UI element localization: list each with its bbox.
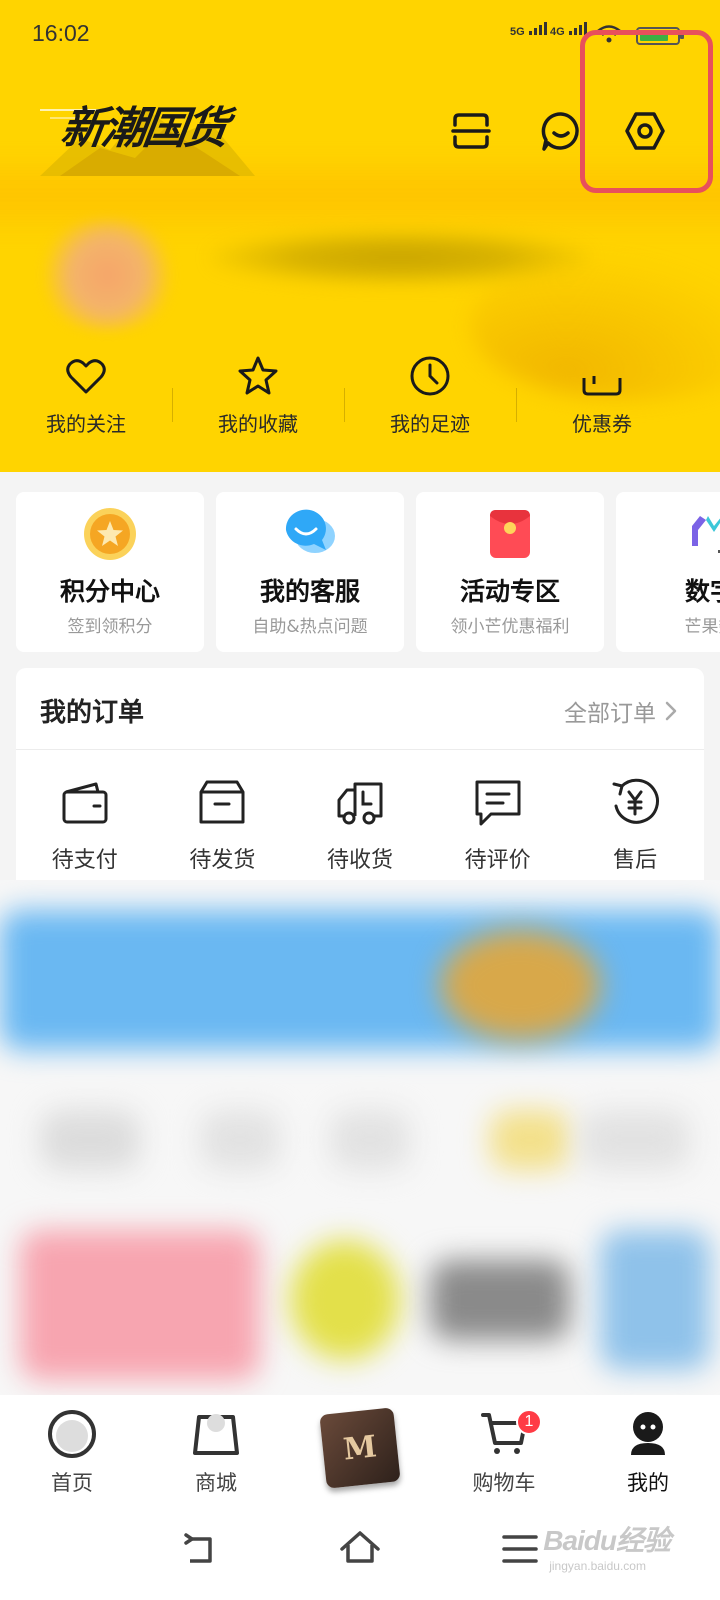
blurred-item — [200, 1110, 280, 1170]
blurred-item — [580, 1110, 690, 1170]
status-time: 16:02 — [32, 20, 90, 46]
quick-link-label: 优惠券 — [572, 412, 632, 436]
back-icon[interactable] — [178, 1527, 222, 1571]
quick-link-history[interactable]: 我的足迹 — [344, 350, 516, 460]
order-status-label: 待支付 — [51, 848, 118, 873]
digital-logo-icon — [692, 516, 720, 553]
card-subtitle: 自助&热点问题 — [252, 617, 368, 637]
feature-cards-row: 积分中心 签到领积分 我的客服 自助&热点问题 活动专区 领小芒优惠福利 数字 … — [16, 492, 720, 652]
tab-label: 首页 — [51, 1471, 93, 1495]
order-status-label: 售后 — [613, 848, 658, 873]
profile-info-blurred — [0, 190, 720, 400]
blurred-banner-figure — [440, 930, 600, 1040]
tab-label: 商城 — [195, 1471, 237, 1495]
order-status-label: 待发货 — [189, 848, 256, 873]
quick-link-label: 我的足迹 — [390, 412, 470, 436]
shop-bag-icon — [193, 1414, 239, 1455]
clock-icon — [410, 356, 450, 396]
quick-link-favorites[interactable]: 我的收藏 — [172, 350, 344, 460]
chevron-right-icon — [665, 701, 677, 721]
card-subtitle: 芒果数 — [684, 617, 720, 637]
refund-icon — [612, 778, 660, 824]
baidu-watermark: Baidu经验 jingyan.baidu.com — [543, 1519, 671, 1573]
card-subtitle: 领小芒优惠福利 — [450, 617, 570, 637]
quick-link-label: 我的收藏 — [218, 412, 298, 436]
red-envelope-icon — [490, 510, 530, 558]
card-title: 我的客服 — [259, 577, 360, 606]
tab-label: 购物车 — [472, 1471, 536, 1495]
tab-cart[interactable]: 1 购物车 — [432, 1395, 576, 1505]
comment-icon — [475, 780, 521, 826]
blurred-item — [490, 1110, 570, 1170]
system-navigation-bar: Baidu经验 jingyan.baidu.com — [0, 1505, 720, 1600]
blurred-content-area — [0, 880, 720, 1400]
quick-link-label: 我的关注 — [46, 412, 126, 436]
view-all-orders-link[interactable]: 全部订单 — [564, 694, 678, 728]
brand-logo: 新潮国货 — [40, 80, 255, 180]
tab-shop[interactable]: 商城 — [144, 1395, 288, 1505]
blurred-card — [430, 1260, 570, 1340]
blurred-card — [290, 1240, 400, 1360]
coupon-icon — [582, 376, 622, 396]
home-button-icon[interactable] — [338, 1527, 382, 1571]
scan-icon — [451, 113, 491, 149]
message-button[interactable] — [536, 106, 586, 156]
tab-center-promo[interactable]: M — [288, 1395, 432, 1505]
profile-icon — [631, 1412, 665, 1455]
heart-icon — [66, 359, 106, 394]
avatar[interactable] — [35, 220, 180, 330]
blurred-item — [330, 1110, 410, 1170]
tab-profile[interactable]: 我的 — [576, 1395, 720, 1505]
my-orders-panel: 我的订单 全部订单 待支付 待发货 待收货 待评价 售后 — [16, 668, 704, 908]
quick-link-coupons[interactable]: 优惠券 — [516, 350, 688, 460]
card-title: 数字 — [684, 577, 720, 606]
card-customer-service[interactable]: 我的客服 自助&热点问题 — [216, 492, 404, 652]
center-promo-icon: M — [319, 1407, 401, 1489]
truck-icon — [337, 782, 383, 825]
watermark-brand: Baidu经验 — [543, 1525, 671, 1556]
orders-title: 我的订单 — [40, 698, 145, 728]
blurred-card — [20, 1230, 260, 1380]
quick-links-row: 我的关注 我的收藏 我的足迹 优惠券 — [0, 350, 720, 460]
logo-text: 新潮国货 — [57, 103, 229, 154]
card-title: 积分中心 — [59, 577, 160, 606]
order-status-label: 待收货 — [326, 848, 393, 873]
view-all-label: 全部订单 — [564, 701, 656, 727]
card-subtitle: 签到领积分 — [67, 617, 153, 637]
tab-label: 我的 — [627, 1471, 669, 1495]
home-icon — [48, 1410, 96, 1458]
scan-button[interactable] — [446, 106, 496, 156]
bottom-tab-bar: 首页 商城 M 1 购物车 我的 — [0, 1395, 720, 1505]
order-status-label: 待评价 — [464, 848, 531, 873]
box-icon — [199, 780, 245, 824]
profile-header: 16:02 5G 4G 新潮国货 我的关注 我的收藏 我的足迹 优惠券 — [0, 0, 720, 472]
menu-icon[interactable] — [498, 1527, 542, 1571]
blurred-item — [40, 1110, 140, 1170]
settings-highlight-box — [580, 30, 713, 193]
blurred-card — [600, 1230, 710, 1370]
message-icon — [541, 112, 579, 151]
watermark-url: jingyan.baidu.com — [549, 1559, 646, 1573]
blurred-banner — [0, 910, 720, 1050]
signal-4g: 4G — [550, 22, 587, 38]
card-digital[interactable]: 数字 芒果数 — [616, 492, 720, 652]
signal-5g: 5G — [510, 22, 547, 38]
chat-bubble-icon — [285, 509, 335, 553]
card-title: 活动专区 — [459, 577, 560, 606]
quick-link-follows[interactable]: 我的关注 — [0, 350, 172, 460]
card-activity-zone[interactable]: 活动专区 领小芒优惠福利 — [416, 492, 604, 652]
orders-header: 我的订单 全部订单 — [16, 668, 704, 750]
tab-home[interactable]: 首页 — [0, 1395, 144, 1505]
card-points-center[interactable]: 积分中心 签到领积分 — [16, 492, 204, 652]
points-coin-icon — [84, 508, 136, 560]
star-icon — [238, 356, 278, 395]
cart-badge: 1 — [516, 1409, 542, 1435]
wallet-icon — [62, 782, 108, 824]
